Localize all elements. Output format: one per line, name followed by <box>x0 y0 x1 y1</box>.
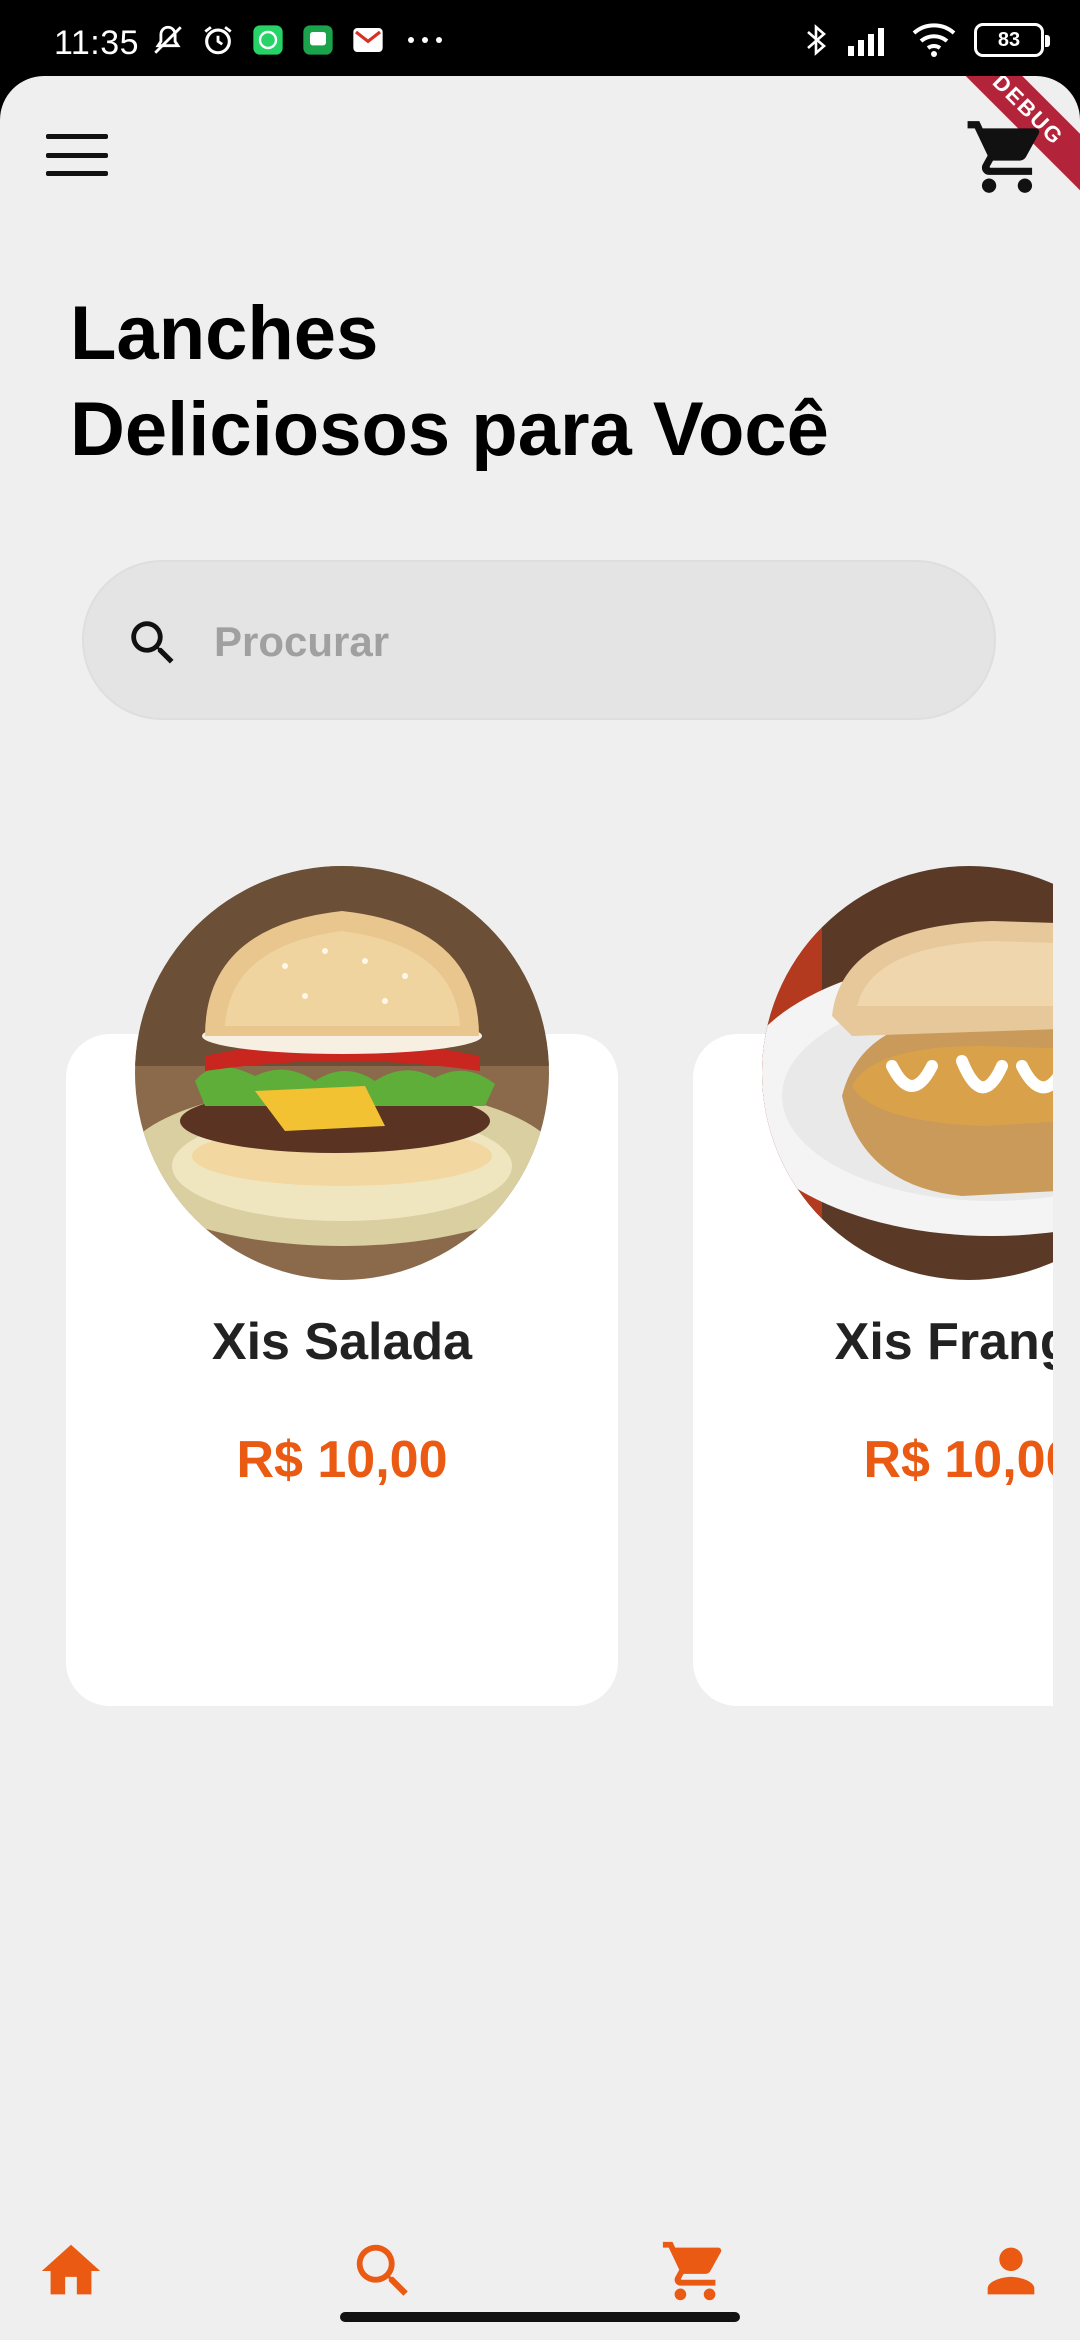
title-line-1: Lanches <box>70 291 379 376</box>
mute-icon <box>150 22 186 58</box>
status-time: 11:35 <box>54 24 140 62</box>
search-icon <box>131 621 174 664</box>
nav-search[interactable] <box>348 2236 418 2306</box>
product-card[interactable]: Xis Frango R$ 10,00 <box>693 866 1053 1706</box>
notification-icons <box>150 22 450 58</box>
home-icon <box>41 2244 101 2295</box>
title-line-2: Deliciosos para Você <box>70 387 829 472</box>
search-bar[interactable] <box>82 560 996 720</box>
system-icons: 83 <box>804 22 1050 58</box>
battery-icon: 83 <box>974 23 1050 57</box>
page-title: Lanches Deliciosos para Você <box>70 286 829 478</box>
messages-icon <box>300 22 336 58</box>
wifi-icon <box>912 23 956 57</box>
product-name: Xis Salada <box>211 1313 473 1371</box>
app-screen: DEBUG Lanches Deliciosos para Você Procu… <box>0 76 1080 2340</box>
product-carousel[interactable]: Xis Salada R$ 10,00 Xis Frango R$ 1 <box>0 866 1053 1826</box>
battery-level: 83 <box>997 28 1021 51</box>
product-name: Xis Frango <box>834 1313 1053 1371</box>
menu-icon[interactable] <box>42 128 112 182</box>
product-card[interactable]: Xis Salada R$ 10,00 <box>66 866 618 1706</box>
more-icon <box>400 22 450 58</box>
signal-icon <box>848 28 884 56</box>
product-price: R$ 10,00 <box>863 1431 1053 1489</box>
nav-profile[interactable] <box>976 2236 1046 2306</box>
cart-icon <box>662 2241 722 2301</box>
home-indicator[interactable] <box>340 2312 740 2322</box>
cart-button[interactable] <box>964 114 1050 200</box>
nav-cart[interactable] <box>660 2236 730 2306</box>
search-icon <box>356 2244 408 2296</box>
bluetooth-icon <box>807 24 826 56</box>
whatsapp-icon <box>250 22 286 58</box>
alarm-icon <box>200 22 236 58</box>
gmail-icon <box>350 22 386 58</box>
product-price: R$ 10,00 <box>236 1431 448 1489</box>
nav-home[interactable] <box>36 2236 106 2306</box>
search-input[interactable] <box>214 602 934 682</box>
cart-icon <box>967 121 1040 193</box>
sandwich-image <box>762 866 1053 1280</box>
profile-icon <box>987 2247 1035 2295</box>
status-bar: 11:35 83 <box>0 0 1080 76</box>
burger-image <box>135 866 549 1280</box>
